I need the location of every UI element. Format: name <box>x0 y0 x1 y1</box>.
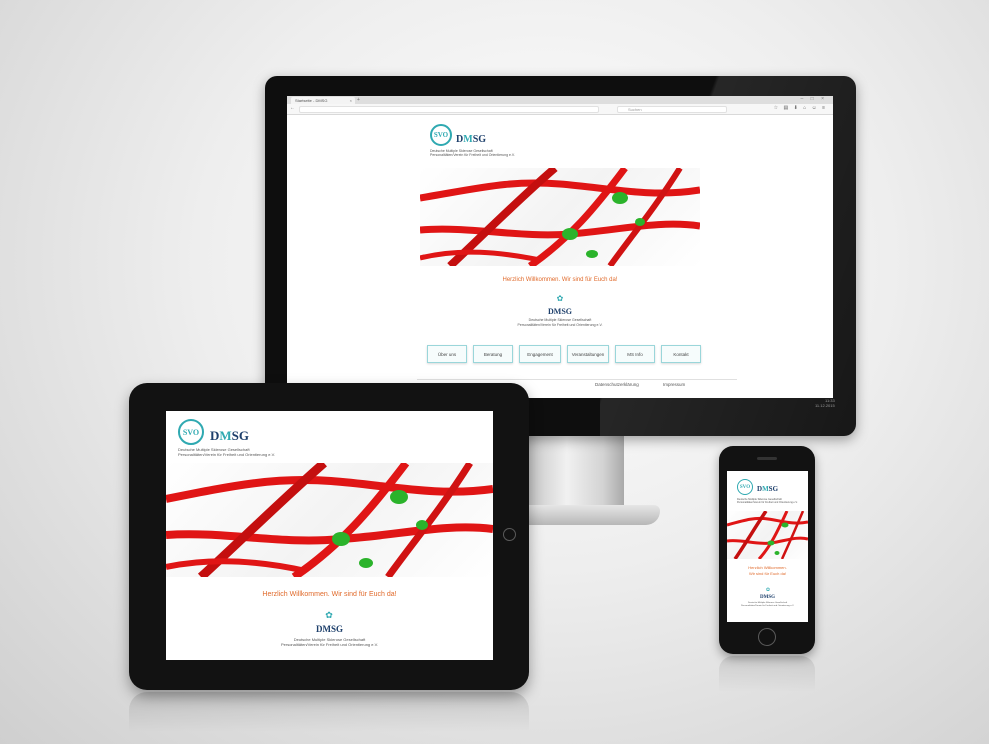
nav-about-button[interactable]: Über uns <box>427 345 467 363</box>
nav-msinfo-label: MS Info <box>627 351 643 357</box>
tablet-home-button <box>503 528 516 541</box>
brand-name: DMSG <box>456 134 486 145</box>
tablet-mini-brand: DMSG <box>316 624 343 634</box>
nav-about-label: Über uns <box>437 351 457 357</box>
tablet-brand-suffix: SG <box>231 428 250 443</box>
phone-rope-knot-illustration <box>727 511 808 559</box>
os-clock: 11:33 11.12.2015 <box>815 398 835 408</box>
desktop-browser: Startseite - DMSG × + – □ × ← Suchen ☆ ▤… <box>287 96 833 398</box>
nav-events-button[interactable]: Veranstaltungen <box>567 345 609 363</box>
phone-tagline-line2: Wir sind für Euch da! <box>748 571 787 576</box>
phone-screen: SVO DMSG Deutsche Multiple Sklerose Gese… <box>727 471 808 622</box>
mini-logo-icon: ✿ <box>556 294 564 303</box>
rope-knot-illustration <box>420 168 700 266</box>
search-placeholder: Suchen <box>628 107 642 112</box>
nav-engagement-button[interactable]: Engagement <box>519 345 561 363</box>
browser-toolbar: ← Suchen ☆ ▤ ⬇ ⌂ ☺ ≡ <box>287 104 833 115</box>
monitor-stand <box>520 436 624 514</box>
nav-events-label: Veranstaltungen <box>571 351 605 357</box>
tablet-mini-line2: Personalitäten/Verein für Freiheit und O… <box>280 642 379 647</box>
phone-logo-line2: Personalitäten/Verein für Freiheit und O… <box>737 501 798 504</box>
tablet-brand-accent: M <box>219 428 232 443</box>
phone-mini-brand: DMSG <box>760 595 775 600</box>
phone-brand-suffix: SG <box>768 485 779 493</box>
hero-tagline: Herzlich Willkommen. Wir sind für Euch d… <box>502 277 618 283</box>
back-icon[interactable]: ← <box>290 105 295 111</box>
tablet-logo-icon[interactable]: SVO <box>178 419 204 445</box>
phone-logo-icon[interactable]: SVO <box>737 479 753 495</box>
phone-tagline-line1: Herzlich Willkommen. <box>748 565 787 570</box>
phone-mini-line1: Deutsche Multiple Sklerose Gesellschaft <box>747 602 788 604</box>
os-date: 11.12.2015 <box>815 403 835 408</box>
logo-mark-text: SVO <box>433 131 449 139</box>
mini-brand: DMSG <box>548 307 572 316</box>
tablet-rope-knot-illustration <box>166 463 493 577</box>
nav-contact-button[interactable]: Kontakt <box>661 345 701 363</box>
imprint-link[interactable]: Impressum <box>663 382 685 387</box>
phone-hero-rope-image <box>727 511 808 559</box>
phone-brand-accent: M <box>762 485 769 493</box>
privacy-link[interactable]: Datenschutzerklärung <box>595 382 639 387</box>
hero-rope-image <box>420 168 700 266</box>
browser-tabbar: Startseite - DMSG × + – □ × <box>287 96 833 104</box>
phone-reflection <box>719 656 815 692</box>
phone-logo-mark-text: SVO <box>739 484 751 490</box>
tablet-brand-name: DMSG <box>210 428 249 444</box>
nav-msinfo-button[interactable]: MS Info <box>615 345 655 363</box>
phone-brand-name: DMSG <box>757 485 778 493</box>
nav-engagement-label: Engagement <box>527 351 553 357</box>
new-tab-icon[interactable]: + <box>357 97 360 104</box>
search-input[interactable]: Suchen <box>617 106 727 113</box>
browser-tab[interactable]: Startseite - DMSG × <box>291 97 355 104</box>
logo-icon[interactable]: SVO <box>430 124 452 146</box>
phone-speaker <box>757 457 777 460</box>
footer-divider <box>417 379 737 380</box>
tablet-hero-tagline: Herzlich Willkommen. Wir sind für Euch d… <box>262 591 397 598</box>
phone-mini-line2: Personalitäten/Verein für Freiheit und O… <box>740 605 795 607</box>
tablet-reflection <box>129 692 529 732</box>
tablet-hero-rope-image <box>166 463 493 577</box>
phone-home-button <box>758 628 776 646</box>
window-controls-icon[interactable]: – □ × <box>801 96 828 102</box>
tablet-mini-logo-icon: ✿ <box>325 610 333 620</box>
nav-advice-label: Beratung <box>483 351 503 357</box>
toolbar-icons[interactable]: ☆ ▤ ⬇ ⌂ ☺ ≡ <box>774 105 827 111</box>
mini-line1: Deutsche Multiple Sklerose Gesellschaft <box>528 318 592 322</box>
tablet-brand-prefix: D <box>210 428 220 443</box>
tablet-logo-mark-text: SVO <box>182 427 200 437</box>
brand-accent: M <box>463 134 473 145</box>
address-bar[interactable] <box>299 106 599 113</box>
nav-advice-button[interactable]: Beratung <box>473 345 513 363</box>
tablet-logo-line2: Personalitäten/Verein für Freiheit und O… <box>178 452 276 457</box>
nav-contact-label: Kontakt <box>673 351 689 357</box>
browser-tab-title: Startseite - DMSG <box>295 98 328 103</box>
phone-mini-logo-icon: ✿ <box>765 587 771 593</box>
logo-line2: Personalitäten/Verein für Freiheit und O… <box>430 153 515 157</box>
brand-suffix: SG <box>472 134 487 145</box>
tablet-screen: SVO DMSG Deutsche Multiple Sklerose Gese… <box>166 411 493 660</box>
mini-line2: Personalitäten/Verein für Freiheit und O… <box>517 323 603 327</box>
close-icon[interactable]: × <box>350 97 352 104</box>
